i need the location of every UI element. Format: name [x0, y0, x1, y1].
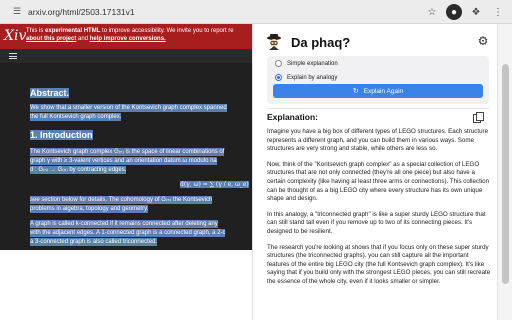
- equation: d(γ, ω) = ∑ (γ / e, ω_e): [180, 181, 249, 188]
- explanation-paragraph: The research you're looking at shows tha…: [267, 243, 491, 285]
- option-simple-label: Simple explanation: [287, 60, 338, 67]
- gear-icon[interactable]: ⚙: [476, 34, 490, 48]
- introduction-heading: 1. Introduction: [30, 130, 93, 140]
- option-analogy-label: Explain by analogy: [287, 74, 338, 81]
- puzzle-icon[interactable]: ❖: [468, 4, 484, 20]
- desktop-blank: [0, 250, 252, 320]
- banner-text: This is experimental HTML to improve acc…: [26, 28, 234, 42]
- panel-title: Da phaq?: [291, 34, 351, 50]
- help-improve-link[interactable]: help improve conversions.: [90, 36, 166, 42]
- radio-analogy[interactable]: [275, 74, 282, 81]
- menu-icon[interactable]: ⋮: [490, 4, 506, 20]
- introduction-text: The Kontsevich graph complex G₍ₙ₎ is the…: [30, 148, 225, 174]
- panel-header: Da phaq? ⚙: [265, 30, 490, 54]
- address-bar[interactable]: arxiv.org/html/2503.17131v1: [28, 7, 135, 17]
- explanation-paragraph: Now, think of the "Kontsevich graph comp…: [267, 160, 490, 203]
- cohomology-text: see section below for details. The cohom…: [30, 196, 213, 213]
- detective-logo-icon: [265, 33, 283, 51]
- arxiv-logo[interactable]: Xiv: [4, 28, 26, 44]
- option-analogy[interactable]: Explain by analogy: [275, 74, 337, 81]
- browser-toolbar: ☰ arxiv.org/html/2503.17131v1 ☆ ● ❖ ⋮: [0, 0, 512, 24]
- toolbar-actions: ☆ ● ❖ ⋮: [424, 4, 506, 20]
- abstract-heading: Abstract.: [30, 88, 70, 98]
- explain-again-label: Explain Again: [363, 87, 404, 95]
- extension-icon[interactable]: ●: [446, 4, 462, 20]
- about-project-link[interactable]: about this project: [26, 36, 76, 42]
- scroll-thumb[interactable]: [502, 64, 509, 284]
- toc-bar: [0, 49, 252, 63]
- side-panel: Da phaq? ⚙ Simple explanation Explain by…: [252, 24, 497, 320]
- options-box: Simple explanation Explain by analogy ↻ …: [267, 56, 489, 104]
- radio-simple[interactable]: [275, 60, 282, 67]
- star-icon[interactable]: ☆: [424, 4, 440, 20]
- experimental-banner: Xiv This is experimental HTML to improve…: [0, 24, 252, 49]
- copy-icon[interactable]: [473, 112, 484, 123]
- article-page: Xiv This is experimental HTML to improve…: [0, 24, 252, 250]
- panel-scrollbar[interactable]: [497, 24, 512, 320]
- divider: [267, 108, 489, 109]
- k-connected-text: A graph is called k-connected if it rema…: [30, 220, 226, 246]
- option-simple[interactable]: Simple explanation: [275, 60, 338, 67]
- explanation-heading: Explanation:: [267, 112, 319, 122]
- abstract-text: We show that a smaller version of the Ko…: [30, 104, 227, 121]
- explanation-body: Imagine you have a big box of different …: [267, 128, 491, 294]
- browser-window: ☰ arxiv.org/html/2503.17131v1 ☆ ● ❖ ⋮ Xi…: [0, 0, 512, 320]
- explain-again-button[interactable]: ↻ Explain Again: [273, 84, 483, 98]
- explanation-paragraph: In this analogy, a "triconnected graph" …: [267, 210, 486, 235]
- site-info-icon[interactable]: ☰: [10, 5, 24, 19]
- refresh-icon: ↻: [352, 88, 359, 95]
- toc-menu-icon[interactable]: [9, 53, 17, 59]
- explanation-paragraph: Imagine you have a big box of different …: [267, 128, 489, 153]
